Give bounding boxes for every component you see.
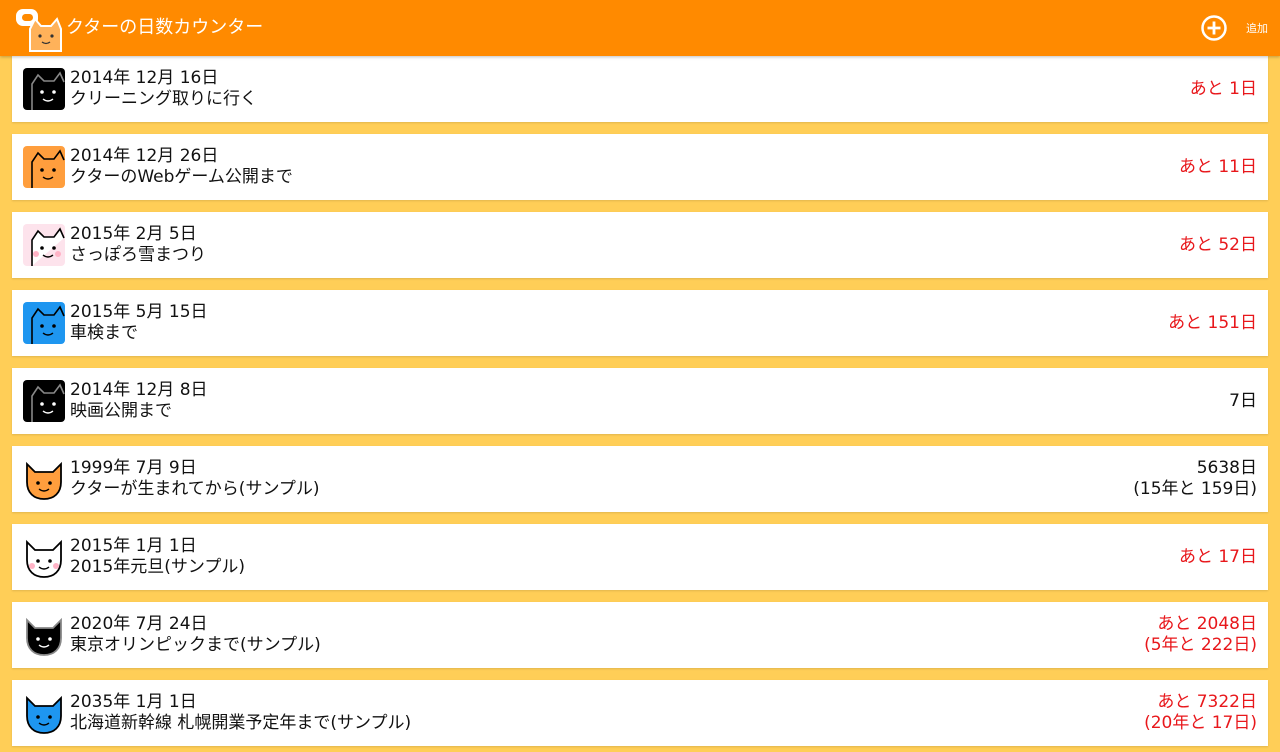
- event-row[interactable]: 2015年 1月 1日 2015年元旦(サンプル) あと 17日: [12, 524, 1268, 590]
- event-count-days: あと 151日: [1168, 312, 1257, 333]
- app-logo-icon: [16, 9, 62, 52]
- add-label: 追加: [1246, 22, 1268, 35]
- black-cat-icon: [23, 68, 65, 110]
- app-bar: クターの日数カウンター 追加: [0, 0, 1280, 56]
- event-title: 映画公開まで: [70, 401, 172, 421]
- event-count: あと 1日: [1190, 56, 1257, 122]
- event-date: 1999年 7月 9日: [70, 458, 197, 478]
- event-title: さっぽろ雪まつり: [70, 245, 206, 265]
- event-title: 車検まで: [70, 323, 138, 343]
- event-count-days: あと 7322日: [1157, 692, 1257, 712]
- event-count-breakdown: (20年と 17日): [1144, 713, 1257, 733]
- event-title: クリーニング取りに行く: [70, 89, 257, 109]
- orange-cat-face-icon: [26, 461, 62, 500]
- event-count-days: あと 17日: [1178, 546, 1257, 567]
- white-cat-icon: [23, 224, 65, 266]
- event-row[interactable]: 2014年 12月 16日 クリーニング取りに行く あと 1日: [12, 56, 1268, 122]
- event-row[interactable]: 2015年 5月 15日 車検まで あと 151日: [12, 290, 1268, 356]
- black-cat-icon: [23, 380, 65, 422]
- app-title: クターの日数カウンター: [66, 17, 264, 38]
- event-date: 2014年 12月 8日: [70, 380, 208, 400]
- add-button[interactable]: 追加: [1200, 0, 1268, 56]
- white-cat-face-icon: [26, 539, 62, 578]
- event-count-days: あと 1日: [1189, 78, 1257, 99]
- event-date: 2020年 7月 24日: [70, 614, 208, 634]
- event-count-breakdown: (5年と 222日): [1144, 635, 1257, 655]
- blue-cat-icon: [23, 302, 65, 344]
- event-count: あと 17日: [1179, 524, 1257, 590]
- event-count-days: あと 11日: [1178, 156, 1257, 177]
- event-date: 2015年 1月 1日: [70, 536, 197, 556]
- event-count: 7日: [1229, 368, 1257, 434]
- event-title: 2015年元旦(サンプル): [70, 557, 246, 577]
- orange-cat-icon: [23, 146, 65, 188]
- event-count-breakdown: (15年と 159日): [1133, 479, 1257, 499]
- event-count: あと 151日: [1168, 290, 1257, 356]
- event-count: あと 2048日 (5年と 222日): [1144, 602, 1257, 668]
- event-count-days: あと 52日: [1178, 234, 1257, 255]
- event-row[interactable]: 2020年 7月 24日 東京オリンピックまで(サンプル) あと 2048日 (…: [12, 602, 1268, 668]
- event-count-days: あと 2048日: [1157, 614, 1257, 634]
- event-row[interactable]: 2014年 12月 26日 クターのWebゲーム公開まで あと 11日: [12, 134, 1268, 200]
- event-date: 2015年 5月 15日: [70, 302, 208, 322]
- event-date: 2035年 1月 1日: [70, 692, 197, 712]
- event-row[interactable]: 2015年 2月 5日 さっぽろ雪まつり あと 52日: [12, 212, 1268, 278]
- event-count-days: 5638日: [1196, 458, 1257, 478]
- event-title: 北海道新幹線 札幌開業予定年まで(サンプル): [70, 713, 412, 733]
- blue-cat-face-icon: [26, 695, 62, 734]
- event-date: 2014年 12月 26日: [70, 146, 219, 166]
- event-title: クターが生まれてから(サンプル): [70, 479, 320, 499]
- event-title: 東京オリンピックまで(サンプル): [70, 635, 321, 655]
- event-row[interactable]: 2014年 12月 8日 映画公開まで 7日: [12, 368, 1268, 434]
- event-count-days: 7日: [1229, 390, 1257, 411]
- event-date: 2015年 2月 5日: [70, 224, 197, 244]
- event-title: クターのWebゲーム公開まで: [70, 167, 293, 187]
- event-row[interactable]: 2035年 1月 1日 北海道新幹線 札幌開業予定年まで(サンプル) あと 73…: [12, 680, 1268, 746]
- add-circle-icon: [1201, 15, 1227, 41]
- event-count: あと 52日: [1179, 212, 1257, 278]
- event-row[interactable]: 1999年 7月 9日 クターが生まれてから(サンプル) 5638日 (15年と…: [12, 446, 1268, 512]
- black-cat-face-icon: [26, 617, 62, 656]
- event-count: あと 11日: [1179, 134, 1257, 200]
- event-count: 5638日 (15年と 159日): [1133, 446, 1257, 512]
- event-date: 2014年 12月 16日: [70, 68, 219, 88]
- event-count: あと 7322日 (20年と 17日): [1144, 680, 1257, 746]
